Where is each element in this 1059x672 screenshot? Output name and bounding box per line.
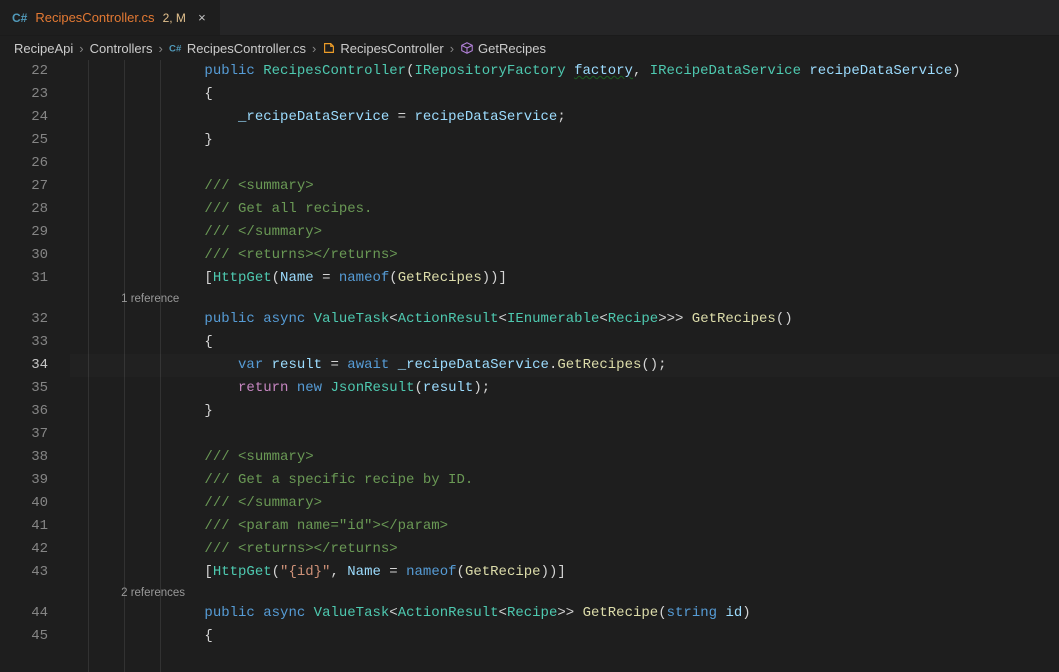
line-number: 41 (0, 515, 70, 538)
line-number: 40 (0, 492, 70, 515)
tab-bar: C# RecipesController.cs 2, M × (0, 0, 1059, 36)
code-line[interactable]: public async ValueTask<ActionResult<Reci… (70, 602, 1059, 625)
line-number: 38 (0, 446, 70, 469)
line-number: 33 (0, 331, 70, 354)
tab-title: RecipesController.cs (35, 10, 154, 25)
code-line[interactable]: public RecipesController(IRepositoryFact… (70, 60, 1059, 83)
line-number: 35 (0, 377, 70, 400)
code-line[interactable]: /// </summary> (70, 492, 1059, 515)
code-line[interactable]: /// </summary> (70, 221, 1059, 244)
code-line[interactable]: public async ValueTask<ActionResult<IEnu… (70, 308, 1059, 331)
line-number: 25 (0, 129, 70, 152)
line-number: 23 (0, 83, 70, 106)
line-number: 42 (0, 538, 70, 561)
code-line[interactable]: { (70, 625, 1059, 648)
line-number: 27 (0, 175, 70, 198)
tab-active[interactable]: C# RecipesController.cs 2, M × (0, 0, 221, 35)
code-line[interactable]: /// <param name="id"></param> (70, 515, 1059, 538)
code-line[interactable]: /// <returns></returns> (70, 538, 1059, 561)
code-line[interactable]: /// <returns></returns> (70, 244, 1059, 267)
line-number: 24 (0, 106, 70, 129)
breadcrumb-item[interactable]: RecipesController (340, 41, 443, 56)
line-number: 28 (0, 198, 70, 221)
breadcrumb-item[interactable]: RecipesController.cs (187, 41, 306, 56)
line-number: 29 (0, 221, 70, 244)
line-number: 22 (0, 60, 70, 83)
breadcrumb-item[interactable]: RecipeApi (14, 41, 73, 56)
breadcrumb-item[interactable]: Controllers (90, 41, 153, 56)
line-number: 31 (0, 267, 70, 290)
code-line[interactable]: { (70, 83, 1059, 106)
code-line[interactable]: var result = await _recipeDataService.Ge… (70, 354, 1059, 377)
line-number: 45 (0, 625, 70, 648)
codelens[interactable]: 2 references (70, 584, 1059, 602)
close-icon[interactable]: × (194, 10, 210, 25)
breadcrumb-item[interactable]: GetRecipes (478, 41, 546, 56)
line-number: 37 (0, 423, 70, 446)
breadcrumb: RecipeApi › Controllers › C# RecipesCont… (0, 36, 1059, 60)
code-line[interactable]: /// Get a specific recipe by ID. (70, 469, 1059, 492)
line-number: 30 (0, 244, 70, 267)
code-line[interactable]: { (70, 331, 1059, 354)
code-line[interactable]: } (70, 129, 1059, 152)
line-number: 26 (0, 152, 70, 175)
line-number: 39 (0, 469, 70, 492)
chevron-right-icon: › (156, 41, 164, 56)
line-number: 34 (0, 354, 70, 377)
tab-git-status: 2, M (163, 11, 186, 25)
code-line[interactable]: [HttpGet("{id}", Name = nameof(GetRecipe… (70, 561, 1059, 584)
class-icon (322, 41, 336, 55)
line-number: 44 (0, 602, 70, 625)
code-line[interactable]: [HttpGet(Name = nameof(GetRecipes))] (70, 267, 1059, 290)
code-line[interactable]: return new JsonResult(result); (70, 377, 1059, 400)
codelens[interactable]: 1 reference (70, 290, 1059, 308)
code-line[interactable]: /// <summary> (70, 446, 1059, 469)
code-line[interactable]: /// <summary> (70, 175, 1059, 198)
code-line[interactable]: _recipeDataService = recipeDataService; (70, 106, 1059, 129)
code-line[interactable] (70, 152, 1059, 175)
svg-text:C#: C# (169, 44, 182, 55)
code-line[interactable] (70, 423, 1059, 446)
code-line[interactable]: /// Get all recipes. (70, 198, 1059, 221)
code-editor[interactable]: 22 public RecipesController(IRepositoryF… (0, 60, 1059, 672)
csharp-file-icon: C# (12, 11, 27, 25)
line-number: 36 (0, 400, 70, 423)
line-number: 32 (0, 308, 70, 331)
code-line[interactable]: } (70, 400, 1059, 423)
chevron-right-icon: › (310, 41, 318, 56)
method-icon (460, 41, 474, 55)
chevron-right-icon: › (448, 41, 456, 56)
chevron-right-icon: › (77, 41, 85, 56)
csharp-file-icon: C# (169, 41, 183, 55)
line-number: 43 (0, 561, 70, 584)
